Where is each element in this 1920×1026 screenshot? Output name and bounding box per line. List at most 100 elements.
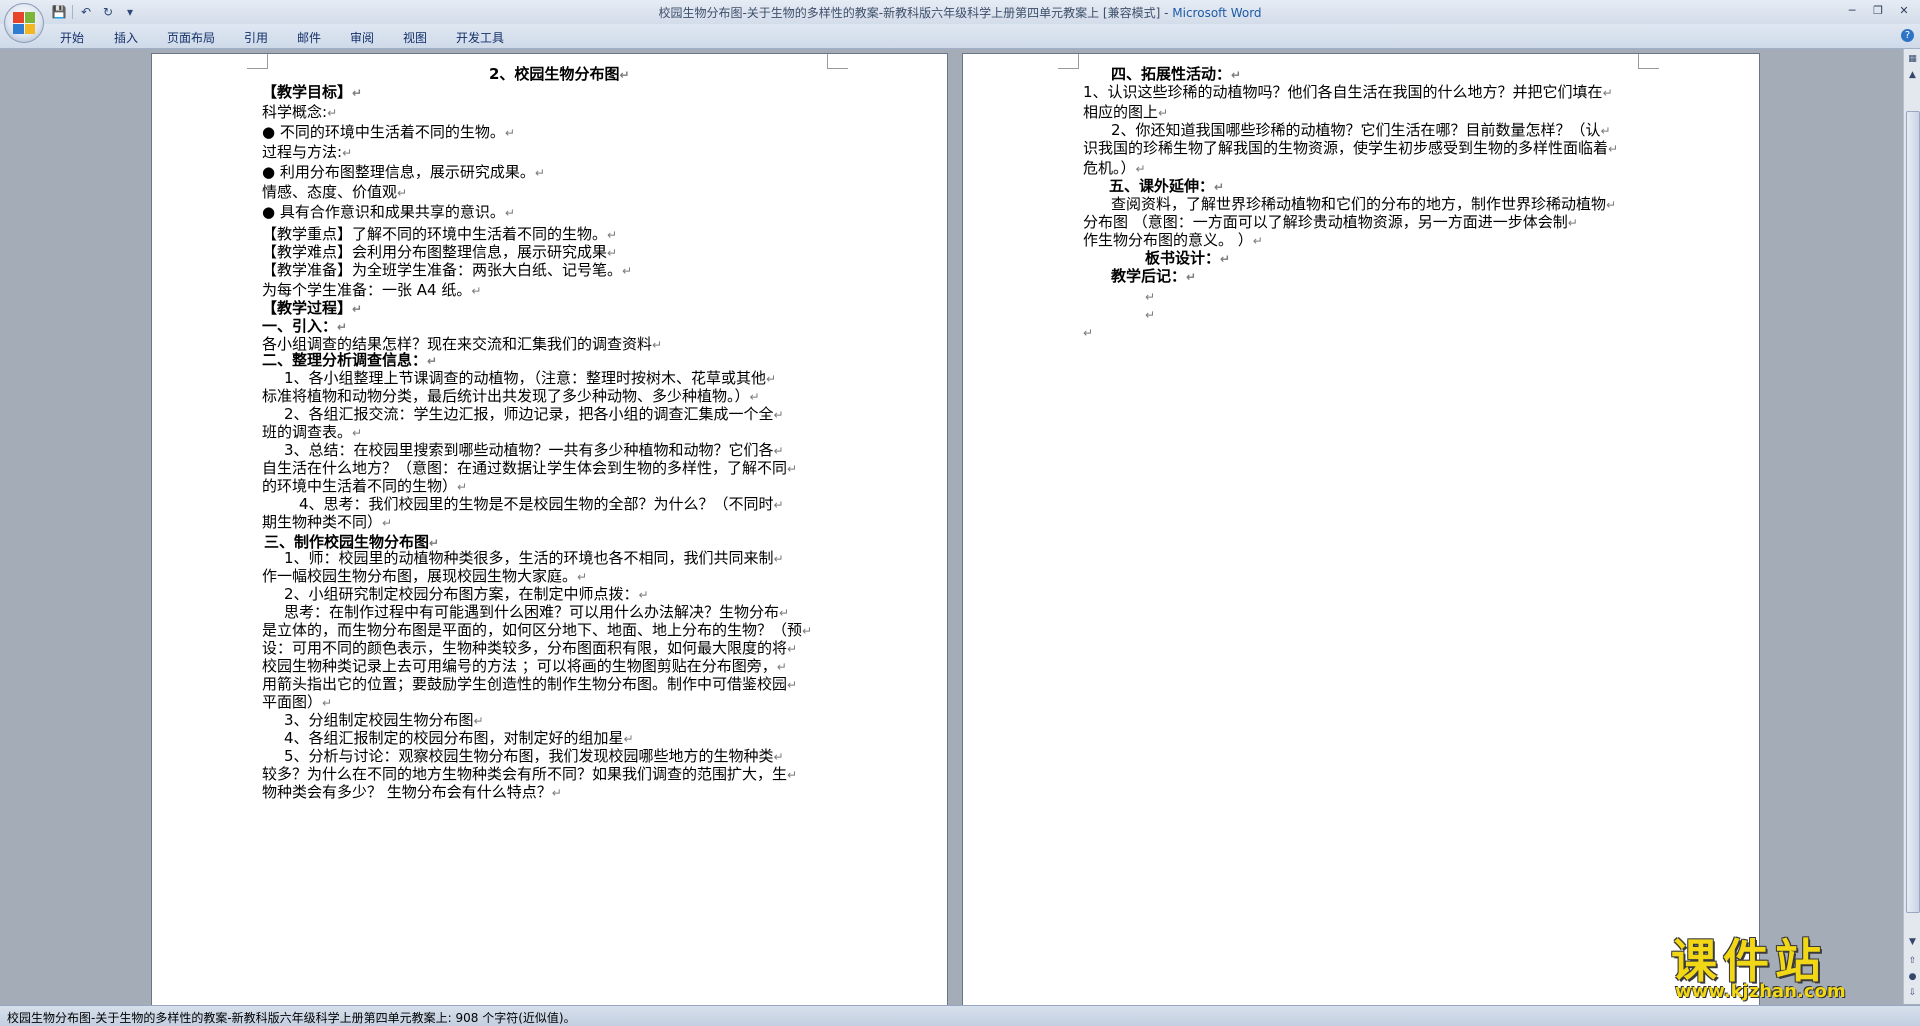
paragraph-mark-icon: ↵	[622, 264, 633, 278]
paragraph-mark-icon: ↵	[551, 786, 562, 800]
paragraph-mark-icon: ↵	[773, 408, 784, 422]
paragraph-mark-icon: ↵	[471, 284, 482, 298]
paragraph-mark-icon: ↵	[607, 246, 618, 260]
paragraph-line: 【教学目标】↵	[262, 82, 362, 103]
paragraph-line: ● 不同的环境中生活着不同的生物。↵	[262, 122, 515, 143]
next-page-icon[interactable]: ⇩	[1905, 985, 1920, 1000]
line-text: 情感、态度、价值观	[262, 183, 398, 201]
paragraph-mark-icon: ↵	[638, 588, 649, 602]
paragraph-line: 【教学准备】为全班学生准备：两张大白纸、记号笔。↵	[262, 260, 632, 281]
crop-mark	[1638, 54, 1659, 69]
tab-mailings[interactable]: 邮件	[297, 29, 321, 46]
paragraph-mark-icon: ↵	[773, 498, 784, 512]
tab-review[interactable]: 审阅	[350, 29, 374, 46]
paragraph-mark-icon: ↵	[1600, 124, 1611, 138]
minimize-icon[interactable]: ─	[1840, 2, 1864, 18]
paragraph-mark-icon: ↵	[787, 462, 798, 476]
paragraph-line: 识我国的珍稀生物了解我国的生物资源，使学生初步感受到生物的多样性面临着↵	[1083, 138, 1618, 159]
document-title: 校园生物分布图-关于生物的多样性的教案-新教科版六年级科学上册第四单元教案上 […	[658, 6, 1173, 20]
paragraph-mark-icon: ↵	[457, 480, 468, 494]
app-name: Microsoft Word	[1172, 6, 1262, 20]
paragraph-line: 情感、态度、价值观↵	[262, 182, 407, 203]
paragraph-mark-icon: ↵	[802, 624, 813, 638]
tab-insert[interactable]: 插入	[114, 29, 138, 46]
ruler-toggle-icon[interactable]: ▦	[1905, 51, 1920, 66]
line-text: 四、拓展性活动：	[1111, 65, 1232, 83]
paragraph-mark-icon: ↵	[1231, 68, 1242, 82]
tab-developer[interactable]: 开发工具	[456, 29, 504, 46]
line-text: 自生活在什么地方？（意图：在通过数据让学生体会到生物的多样性，了解不同	[262, 459, 788, 477]
paragraph-mark-icon: ↵	[427, 354, 438, 368]
paragraph-mark-icon: ↵	[352, 86, 363, 100]
scroll-thumb[interactable]	[1906, 111, 1920, 913]
paragraph-mark-icon: ↵	[773, 552, 784, 566]
line-text: 二、整理分析调查信息：	[262, 351, 428, 369]
tab-view[interactable]: 视图	[403, 29, 427, 46]
tab-page-layout[interactable]: 页面布局	[167, 29, 215, 46]
page-left[interactable]: 2、校园生物分布图↵ 【教学目标】↵ 科学概念:↵ ● 不同的环境中生活着不同的生物。…	[151, 53, 948, 1010]
line-text: 2、小组研究制定校园分布图方案，在制定中师点拨：	[284, 585, 639, 603]
page-right[interactable]: 四、拓展性活动：↵ 1、认识这些珍稀的动植物吗？他们各自生活在我国的什么地方？并把…	[962, 53, 1760, 1010]
paragraph-mark-icon: ↵	[397, 186, 408, 200]
paragraph-mark-icon: ↵	[652, 338, 663, 352]
help-icon[interactable]: ?	[1901, 29, 1914, 42]
paragraph-mark-icon: ↵	[749, 390, 760, 404]
paragraph-mark-icon: ↵	[473, 714, 484, 728]
tab-home[interactable]: 开始	[60, 29, 84, 46]
line-text: 危机。）	[1083, 159, 1136, 177]
line-text: 过程与方法:	[262, 143, 343, 161]
line-text: ● 不同的环境中生活着不同的生物。	[262, 123, 505, 141]
line-text: 相应的图上	[1083, 103, 1159, 121]
previous-page-icon[interactable]: ⇧	[1905, 953, 1920, 968]
paragraph-line: 用箭头指出它的位置；要鼓励学生创造性的制作生物分布图。制作中可借鉴校园↵	[262, 674, 797, 695]
paragraph-mark-icon: ↵	[1186, 270, 1197, 284]
paragraph-mark-icon: ↵	[382, 516, 393, 530]
paragraph-mark-icon: ↵	[1602, 86, 1613, 100]
scroll-up-icon[interactable]: ▲	[1905, 67, 1920, 82]
line-text: 识我国的珍稀生物了解我国的生物资源，使学生初步感受到生物的多样性面临着	[1083, 139, 1609, 157]
line-text: 平面图）	[262, 693, 323, 711]
paragraph-mark-icon: ↵	[1252, 234, 1263, 248]
paragraph-mark-icon: ↵	[1135, 162, 1146, 176]
line-text: 校园生物种类记录上去可用编号的方法 ；可以将画的生物图剪贴在分布图旁，	[262, 657, 777, 675]
close-icon[interactable]: ✕	[1892, 2, 1916, 18]
paragraph-mark-icon: ↵	[787, 678, 798, 692]
line-text: 4、思考：我们校园里的生物是不是校园生物的全部？为什么？（不同时	[299, 495, 774, 513]
paragraph-line: ● 利用分布图整理信息，展示研究成果。↵	[262, 162, 545, 183]
paragraph-mark-icon: ↵	[619, 68, 630, 82]
office-button[interactable]	[4, 3, 44, 43]
line-text: 【教学准备】为全班学生准备：两张大白纸、记号笔。	[262, 261, 623, 279]
status-text: 校园生物分布图-关于生物的多样性的教案-新教科版六年级科学上册第四单元教案上: …	[7, 1011, 576, 1025]
paragraph-mark-icon: ↵	[352, 426, 363, 440]
paragraph-mark-icon: ↵	[1214, 180, 1225, 194]
select-browse-object-icon[interactable]: ●	[1905, 969, 1920, 984]
status-bar: 校园生物分布图-关于生物的多样性的教案-新教科版六年级科学上册第四单元教案上: …	[0, 1005, 1920, 1026]
paragraph-line: ↵	[1083, 322, 1093, 343]
paragraph-mark-icon: ↵	[766, 372, 777, 386]
paragraph-mark-icon: ↵	[773, 444, 784, 458]
document-area[interactable]: 2、校园生物分布图↵ 【教学目标】↵ 科学概念:↵ ● 不同的环境中生活着不同的生物。…	[0, 49, 1900, 1010]
tab-references[interactable]: 引用	[244, 29, 268, 46]
scroll-down-icon[interactable]: ▼	[1905, 934, 1920, 949]
restore-icon[interactable]: ❐	[1866, 2, 1890, 18]
line-text: 的环境中生活着不同的生物）	[262, 477, 458, 495]
paragraph-line: 2、校园生物分布图↵	[489, 64, 630, 85]
crop-mark	[1058, 54, 1079, 69]
crop-mark	[827, 54, 848, 69]
line-text: 3、分组制定校园生物分布图	[284, 711, 474, 729]
line-text: 2、各组汇报交流：学生边汇报，师边记录，把各小组的调查汇集成一个全	[284, 405, 774, 423]
paragraph-mark-icon: ↵	[327, 106, 338, 120]
paragraph-mark-icon: ↵	[534, 166, 545, 180]
line-text: 3、总结：在校园里搜索到哪些动植物？一共有多少种植物和动物？它们各	[284, 441, 774, 459]
watermark-logo: 课件站 www.kjzhan.com	[1663, 925, 1893, 1005]
vertical-scrollbar[interactable]: ▦ ▲ ▼ ⇧ ● ⇩	[1903, 49, 1920, 1004]
paragraph-line: 科学概念:↵	[262, 102, 337, 123]
office-logo-icon	[13, 12, 35, 34]
line-text: 五、课外延伸：	[1109, 177, 1215, 195]
paragraph-mark-icon: ↵	[1606, 198, 1617, 212]
paragraph-mark-icon: ↵	[352, 302, 363, 316]
line-text: 物种类会有多少？ 生物分布会有什么特点？	[262, 783, 552, 801]
line-text: 科学概念:	[262, 103, 328, 121]
paragraph-mark-icon: ↵	[1083, 326, 1094, 340]
paragraph-mark-icon: ↵	[337, 320, 348, 334]
